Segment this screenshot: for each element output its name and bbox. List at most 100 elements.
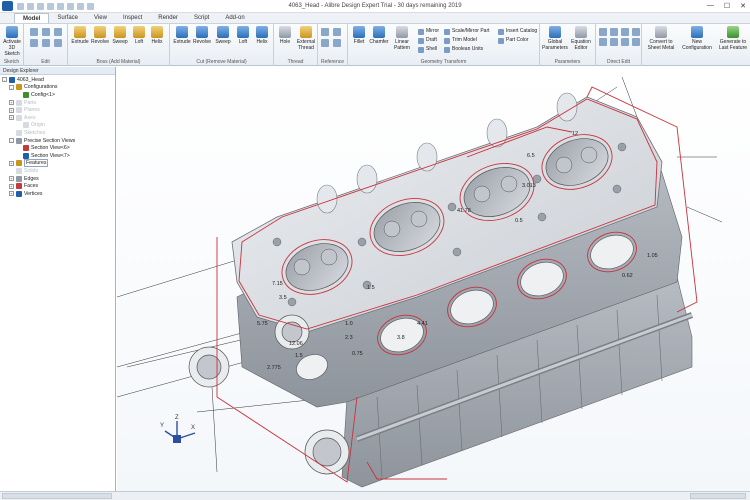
model-canvas[interactable]: 12 6.5 3.013 41.78 0.5 7.15 3.5 5.75 1.5… — [117, 67, 750, 491]
tweak-icon[interactable] — [632, 38, 640, 46]
tab-view[interactable]: View — [86, 13, 115, 23]
tree-item[interactable]: - 4063_Head — [2, 76, 115, 84]
dimension-label[interactable]: 2.3 — [345, 335, 353, 341]
equation-editor-button[interactable]: Equation Editor — [568, 26, 594, 51]
replace-face-icon[interactable] — [621, 28, 629, 36]
linear-pattern-button[interactable]: Linear Pattern — [390, 26, 414, 51]
boss-revolve-button[interactable]: Revolve — [90, 26, 110, 45]
collapse-icon[interactable]: - — [2, 77, 7, 83]
delete-icon[interactable] — [30, 39, 38, 47]
axis-icon[interactable] — [333, 28, 341, 36]
tree-item[interactable]: Section View<7> — [2, 152, 115, 160]
tree-item[interactable]: Origin — [2, 122, 115, 130]
dimension-label[interactable]: 4.41 — [417, 321, 428, 327]
tab-surface[interactable]: Surface — [49, 13, 86, 23]
cut-helix-button[interactable]: Helix — [252, 26, 272, 45]
plane-icon[interactable] — [321, 28, 329, 36]
dimension-label[interactable]: 1.0 — [345, 321, 353, 327]
copy-icon[interactable] — [42, 28, 50, 36]
tree-item[interactable]: Sketches — [2, 129, 115, 137]
hole-button[interactable]: Hole — [276, 26, 294, 45]
collapse-icon[interactable]: - — [9, 84, 14, 90]
scale-mirror-part-button[interactable]: Scale/Mirror Part — [444, 27, 490, 36]
expand-icon[interactable]: + — [9, 191, 14, 197]
dimension-label[interactable]: 0.62 — [622, 273, 633, 279]
close-icon[interactable]: ✕ — [740, 2, 746, 10]
cut-sweep-button[interactable]: Sweep — [212, 26, 234, 45]
cut-loft-button[interactable]: Loft — [234, 26, 252, 45]
mirror-button[interactable]: Mirror — [418, 27, 439, 36]
activate-3d-sketch-button[interactable]: Activate 3D Sketch — [1, 26, 23, 57]
draft-button[interactable]: Draft — [418, 36, 439, 45]
cut-extrude-button[interactable]: Extrude — [172, 26, 192, 45]
tab-render[interactable]: Render — [150, 13, 186, 23]
boss-helix-button[interactable]: Helix — [148, 26, 166, 45]
global-parameters-button[interactable]: Global Parameters — [542, 26, 568, 51]
dimension-label[interactable]: 1.05 — [647, 253, 658, 259]
dimension-label[interactable]: 1.5 — [295, 353, 303, 359]
external-thread-button[interactable]: External Thread — [294, 26, 318, 51]
dimension-label[interactable]: 6.5 — [527, 153, 535, 159]
trim-model-button[interactable]: Trim Model — [444, 36, 490, 45]
dimension-label[interactable]: 0.75 — [352, 351, 363, 357]
paste-icon[interactable] — [54, 28, 62, 36]
offset-face-icon[interactable] — [610, 28, 618, 36]
tree-item[interactable]: + Axes — [2, 114, 115, 122]
tree-item[interactable]: Section View<6> — [2, 144, 115, 152]
maximize-icon[interactable]: ☐ — [724, 2, 730, 10]
dimension-label[interactable]: 7.15 — [272, 281, 283, 287]
tree-item[interactable]: + Edges — [2, 175, 115, 183]
part-color-button[interactable]: Part Color — [498, 36, 537, 45]
tab-model[interactable]: Model — [14, 13, 50, 23]
boss-sweep-button[interactable]: Sweep — [110, 26, 130, 45]
3d-viewport[interactable]: 12 6.5 3.013 41.78 0.5 7.15 3.5 5.75 1.5… — [117, 67, 750, 491]
insert-catalog-button[interactable]: Insert Catalog — [498, 27, 537, 36]
rotate-face-icon[interactable] — [599, 38, 607, 46]
dimension-label[interactable]: 12.06 — [289, 341, 303, 347]
tree-item[interactable]: + Faces — [2, 182, 115, 190]
expand-icon[interactable]: + — [9, 176, 14, 182]
dimension-label[interactable]: 12 — [572, 131, 578, 137]
dimension-label[interactable]: 3.5 — [279, 295, 287, 301]
tree-item[interactable]: + Features — [2, 159, 115, 168]
tree-item[interactable]: - Configurations — [2, 84, 115, 92]
dimension-label[interactable]: 5.75 — [257, 321, 268, 327]
fill-hole-icon[interactable] — [621, 38, 629, 46]
boss-loft-button[interactable]: Loft — [130, 26, 148, 45]
tree-item[interactable]: + Parts — [2, 99, 115, 107]
tree-item[interactable]: Config<1> — [2, 91, 115, 99]
shell-button[interactable]: Shell — [418, 45, 439, 54]
minimize-icon[interactable]: — — [707, 2, 714, 10]
dimension-label[interactable]: 41.78 — [457, 208, 471, 214]
boss-extrude-button[interactable]: Extrude — [70, 26, 90, 45]
tree-item[interactable]: Solids — [2, 167, 115, 175]
dimension-label[interactable]: 3.8 — [397, 335, 405, 341]
new-configuration-button[interactable]: New Configuration — [680, 26, 714, 51]
convert-to-sheet-metal-button[interactable]: Convert to Sheet Metal — [644, 26, 678, 51]
expand-icon[interactable]: + — [9, 100, 14, 106]
delete-face-icon[interactable] — [632, 28, 640, 36]
dimension-label[interactable]: 3.013 — [522, 183, 536, 189]
expand-icon[interactable]: + — [9, 115, 14, 121]
csys-icon[interactable] — [333, 39, 341, 47]
dimension-label[interactable]: 0.5 — [515, 218, 523, 224]
dimension-label[interactable]: 1.5 — [367, 285, 375, 291]
tab-script[interactable]: Script — [186, 13, 217, 23]
move-face-icon[interactable] — [599, 28, 607, 36]
generate-to-last-feature-button[interactable]: Generate to Last Feature — [716, 26, 750, 51]
fillet-button[interactable]: Fillet — [350, 26, 368, 45]
expand-icon[interactable]: + — [9, 107, 14, 113]
tab-add-on[interactable]: Add-on — [217, 13, 252, 23]
tree-item[interactable]: + Vertices — [2, 190, 115, 198]
suppress-icon[interactable] — [42, 39, 50, 47]
boolean-units-button[interactable]: Boolean Units — [444, 45, 490, 54]
cut-revolve-button[interactable]: Revolve — [192, 26, 212, 45]
split-face-icon[interactable] — [610, 38, 618, 46]
dimension-label[interactable]: 2.775 — [267, 365, 281, 371]
point-icon[interactable] — [321, 39, 329, 47]
rename-icon[interactable] — [54, 39, 62, 47]
collapse-icon[interactable]: - — [9, 138, 14, 144]
expand-icon[interactable]: + — [9, 183, 14, 189]
tab-inspect[interactable]: Inspect — [115, 13, 150, 23]
tree-item[interactable]: + Planes — [2, 106, 115, 114]
